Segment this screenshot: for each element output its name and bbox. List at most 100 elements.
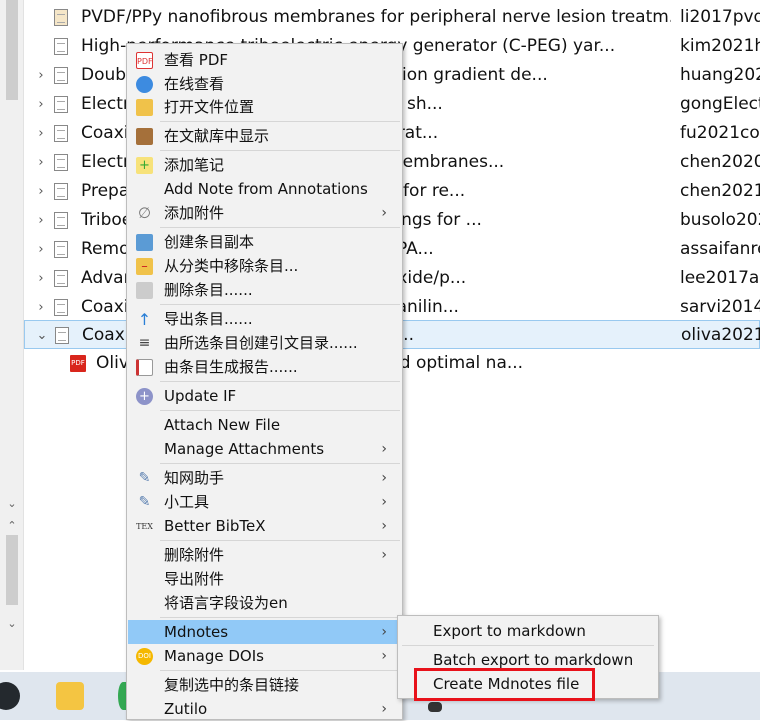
menu-item-cnki-helper[interactable]: ✎ 知网助手 › xyxy=(128,466,401,490)
citation-key: sarvi2014 xyxy=(680,297,760,317)
plus-circle-icon: + xyxy=(136,388,153,405)
menu-item-delete-attachment[interactable]: 删除附件 › xyxy=(128,543,401,567)
document-icon xyxy=(54,38,68,55)
twisty-expanded-icon[interactable]: ⌄ xyxy=(35,321,49,350)
menu-item-view-online[interactable]: 在线查看 xyxy=(128,72,401,96)
document-icon xyxy=(54,241,68,258)
menu-item-open-folder[interactable]: 打开文件位置 xyxy=(128,95,401,119)
menu-separator xyxy=(160,381,400,382)
menu-item-generate-report[interactable]: 由条目生成报告...... xyxy=(128,355,401,379)
scroll-down-arrow-icon[interactable]: ⌄ xyxy=(4,616,20,632)
menu-separator xyxy=(160,150,400,151)
menu-item-export-to-markdown[interactable]: Export to markdown xyxy=(433,619,586,643)
menu-item-better-bibtex[interactable]: TEX Better BibTeX › xyxy=(128,514,401,538)
menu-item-show-in-library[interactable]: 在文献库中显示 xyxy=(128,124,401,148)
menu-item-delete-item[interactable]: 删除条目...... xyxy=(128,278,401,302)
document-icon xyxy=(54,270,68,287)
menu-item-set-language-en[interactable]: 将语言字段设为en xyxy=(128,591,401,615)
menu-item-remove-from-collection[interactable]: – 从分类中移除条目... xyxy=(128,254,401,278)
export-arrow-icon: ↑ xyxy=(137,310,152,329)
app-icon[interactable] xyxy=(428,702,442,712)
menu-separator xyxy=(160,227,400,228)
document-icon xyxy=(54,125,68,142)
twisty-icon[interactable]: › xyxy=(34,206,48,235)
table-row[interactable]: PVDF/PPy nanofibrous membranes for perip… xyxy=(24,3,760,32)
document-icon xyxy=(54,299,68,316)
menu-item-zutilo[interactable]: Zutilo › xyxy=(128,697,401,721)
scrollbar-thumb-lower[interactable] xyxy=(6,535,18,605)
folder-remove-icon: – xyxy=(136,258,153,275)
twisty-icon[interactable]: › xyxy=(34,90,48,119)
citation-key: huang2021 xyxy=(680,65,760,85)
pdf-icon: PDF xyxy=(136,52,153,69)
twisty-icon[interactable]: › xyxy=(34,264,48,293)
doi-icon: DOI xyxy=(136,648,153,665)
document-icon xyxy=(54,96,68,113)
twisty-icon[interactable]: › xyxy=(34,61,48,90)
twisty-icon[interactable]: › xyxy=(34,293,48,322)
bibliography-icon: ≡ xyxy=(138,335,151,351)
submenu-arrow-icon: › xyxy=(381,701,387,717)
citation-key: kim2021high xyxy=(680,36,760,56)
citation-key: gongElect xyxy=(680,94,760,114)
menu-item-add-attachment[interactable]: ∅ 添加附件 › xyxy=(128,201,401,225)
citation-key: fu2021coax xyxy=(680,123,760,143)
twisty-icon[interactable]: › xyxy=(34,119,48,148)
citation-key: assaifanre xyxy=(680,239,760,259)
twisty-icon[interactable]: › xyxy=(34,148,48,177)
pdf-attachment-icon: PDF xyxy=(70,355,86,372)
twisty-icon[interactable]: › xyxy=(34,177,48,206)
submenu-arrow-icon: › xyxy=(381,648,387,664)
submenu-arrow-icon: › xyxy=(381,205,387,221)
paperclip-icon: ∅ xyxy=(137,204,152,222)
annotation-highlight-box xyxy=(414,668,595,701)
menu-separator xyxy=(160,617,400,618)
submenu-arrow-icon: › xyxy=(381,441,387,457)
menu-item-tools[interactable]: ✎ 小工具 › xyxy=(128,490,401,514)
folder-icon xyxy=(136,99,153,116)
submenu-arrow-icon: › xyxy=(381,470,387,486)
globe-icon xyxy=(136,76,153,93)
submenu-arrow-icon: › xyxy=(381,494,387,510)
library-icon xyxy=(136,128,153,145)
citation-key: chen2021 xyxy=(680,181,760,201)
context-menu: PDF 查看 PDF 在线查看 打开文件位置 在文献库中显示 + 添加笔记 Ad… xyxy=(126,43,403,720)
menu-item-manage-attachments[interactable]: Manage Attachments › xyxy=(128,437,401,461)
github-icon[interactable] xyxy=(0,682,20,710)
scroll-down-arrow-icon[interactable]: ⌄ xyxy=(4,496,20,512)
vertical-scrollbar[interactable]: ⌄ ⌃ ⌄ xyxy=(0,0,24,670)
menu-separator xyxy=(160,670,400,671)
submenu-arrow-icon: › xyxy=(381,547,387,563)
twisty-icon[interactable]: › xyxy=(34,235,48,264)
menu-item-duplicate-item[interactable]: 创建条目副本 xyxy=(128,230,401,254)
document-icon xyxy=(54,67,68,84)
citation-key: busolo202 xyxy=(680,210,760,230)
menu-separator xyxy=(160,540,400,541)
trash-icon xyxy=(136,282,153,299)
menu-item-add-note-from-annotations[interactable]: Add Note from Annotations xyxy=(128,177,401,201)
menu-separator xyxy=(160,410,400,411)
menu-item-add-note[interactable]: + 添加笔记 xyxy=(128,153,401,177)
menu-item-manage-dois[interactable]: DOI Manage DOIs › xyxy=(128,644,401,668)
menu-item-create-bibliography[interactable]: ≡ 由所选条目创建引文目录...... xyxy=(128,331,401,355)
linked-document-icon xyxy=(54,9,68,26)
menu-item-export-attachment[interactable]: 导出附件 xyxy=(128,567,401,591)
menu-item-view-pdf[interactable]: PDF 查看 PDF xyxy=(128,48,401,72)
citation-key: lee2017ad xyxy=(680,268,760,288)
scroll-up-arrow-icon[interactable]: ⌃ xyxy=(4,518,20,534)
wrench-icon: ✎ xyxy=(138,470,151,486)
menu-item-attach-new-file[interactable]: Attach New File xyxy=(128,413,401,437)
menu-item-copy-item-link[interactable]: 复制选中的条目链接 xyxy=(128,673,401,697)
tex-icon: TEX xyxy=(136,522,153,531)
menu-separator xyxy=(160,121,400,122)
file-explorer-icon[interactable] xyxy=(56,682,84,710)
scrollbar-thumb[interactable] xyxy=(6,0,18,100)
document-icon xyxy=(54,212,68,229)
menu-item-update-if[interactable]: + Update IF xyxy=(128,384,401,408)
document-icon xyxy=(55,327,69,344)
menu-item-export-item[interactable]: ↑ 导出条目...... xyxy=(128,307,401,331)
menu-separator xyxy=(160,463,400,464)
document-icon xyxy=(54,154,68,171)
submenu-arrow-icon: › xyxy=(381,518,387,534)
menu-item-mdnotes[interactable]: Mdnotes › xyxy=(128,620,401,644)
